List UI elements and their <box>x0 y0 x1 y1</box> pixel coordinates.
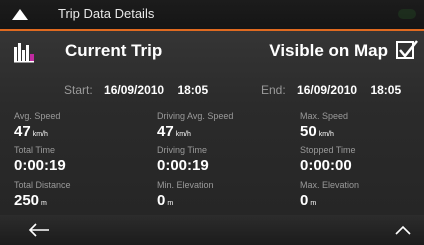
stat-driving-time: Driving Time 0:00:19 <box>157 145 209 174</box>
end-label: End: <box>261 83 286 97</box>
bottom-nav-bar <box>0 215 424 245</box>
visible-on-map-label[interactable]: Visible on Map <box>269 41 388 61</box>
stat-value: 0:00:19 <box>157 157 209 174</box>
screen-title: Trip Data Details <box>58 6 155 21</box>
trip-details-panel: Current Trip Visible on Map Start: 16/09… <box>0 31 424 215</box>
checkmark-icon <box>399 40 418 58</box>
stat-max-elevation: Max. Elevation 0m <box>300 180 359 209</box>
stat-total-time: Total Time 0:00:19 <box>14 145 66 174</box>
stat-label: Total Time <box>14 145 56 155</box>
stat-label: Max. Elevation <box>300 180 360 190</box>
end-time-row: End: 16/09/2010 18:05 <box>261 83 401 97</box>
stat-stopped-time: Stopped Time 0:00:00 <box>300 145 356 174</box>
stat-value: 0m <box>157 192 174 209</box>
stat-value: 0m <box>300 192 317 209</box>
stat-value: 47 km/h <box>157 123 191 140</box>
end-date: 16/09/2010 <box>297 83 358 97</box>
stat-label: Avg. Speed <box>14 111 61 121</box>
stat-unit: km/h <box>175 131 191 138</box>
stat-total-distance: Total Distance 250 m <box>14 180 71 209</box>
stat-unit: m <box>41 200 47 207</box>
stat-label: Min. Elevation <box>157 180 214 190</box>
start-time: 18:05 <box>177 83 209 97</box>
stat-value: 0:00:19 <box>14 157 66 174</box>
trip-chart-icon <box>14 43 34 63</box>
stat-avg-speed: Avg. Speed 47 km/h <box>14 111 60 140</box>
top-bar: Trip Data Details <box>0 0 424 29</box>
start-date: 16/09/2010 <box>104 83 165 97</box>
start-label: Start: <box>64 83 93 97</box>
stat-max-speed: Max. Speed 50 km/h <box>300 111 348 140</box>
start-time-row: Start: 16/09/2010 18:05 <box>64 83 208 97</box>
stat-value: 250 m <box>14 192 47 209</box>
stat-unit: m <box>310 200 317 207</box>
stat-unit: m <box>167 200 174 207</box>
end-time: 18:05 <box>370 83 402 97</box>
stat-label: Stopped Time <box>300 145 356 155</box>
stat-min-elevation: Min. Elevation 0m <box>157 180 214 209</box>
stat-unit: km/h <box>318 131 334 138</box>
trip-name: Current Trip <box>65 41 163 60</box>
stat-value: 47 km/h <box>14 123 48 140</box>
stat-label: Driving Avg. Speed <box>157 111 234 121</box>
stat-label: Total Distance <box>14 180 71 190</box>
collapse-up-icon[interactable] <box>10 6 30 22</box>
stat-value: 0:00:00 <box>300 157 352 174</box>
chevron-up-icon[interactable] <box>394 224 412 236</box>
stat-driving-avg-speed: Driving Avg. Speed 47 km/h <box>157 111 233 140</box>
stat-label: Driving Time <box>157 145 208 155</box>
stat-value: 50 km/h <box>300 123 334 140</box>
stat-unit: km/h <box>32 131 48 138</box>
visible-on-map-checkbox[interactable] <box>396 40 418 59</box>
gps-status-icon <box>398 9 416 19</box>
back-arrow-icon[interactable] <box>28 223 50 237</box>
stat-label: Max. Speed <box>300 111 349 121</box>
